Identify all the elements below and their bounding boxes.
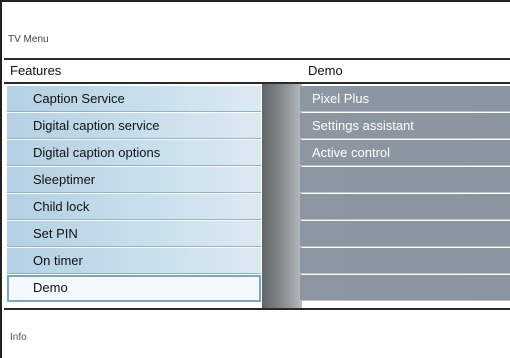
submenu-item-empty	[300, 167, 510, 193]
submenu-item-empty	[300, 248, 510, 274]
menu-item-digital-caption-service[interactable]: Digital caption service	[7, 113, 261, 139]
menu-item-sleeptimer[interactable]: Sleeptimer	[7, 167, 261, 193]
menu-item-child-lock[interactable]: Child lock	[7, 194, 261, 220]
menu-item-digital-caption-options[interactable]: Digital caption options	[7, 140, 261, 166]
submenu-item-empty	[300, 221, 510, 247]
menu-item-set-pin[interactable]: Set PIN	[7, 221, 261, 247]
footer-divider	[4, 308, 510, 310]
submenu-item-active-control[interactable]: Active control	[300, 140, 510, 166]
tv-menu-window: TV Menu Features Demo Caption Service Di…	[0, 0, 510, 358]
demo-column-header: Demo	[308, 63, 343, 78]
menu-item-demo-selected[interactable]: Demo	[7, 275, 261, 302]
menu-item-on-timer[interactable]: On timer	[7, 248, 261, 274]
info-label: Info	[10, 332, 27, 343]
submenu-item-pixel-plus[interactable]: Pixel Plus	[300, 86, 510, 112]
menu-item-caption-service[interactable]: Caption Service	[7, 86, 261, 112]
demo-list: Pixel Plus Settings assistant Active con…	[300, 86, 510, 302]
submenu-item-empty	[300, 275, 510, 301]
submenu-item-settings-assistant[interactable]: Settings assistant	[300, 113, 510, 139]
features-list: Caption Service Digital caption service …	[7, 86, 261, 303]
features-column-header: Features	[10, 63, 62, 78]
menu-title: TV Menu	[8, 34, 49, 45]
header-divider	[4, 58, 510, 60]
submenu-item-empty	[300, 194, 510, 220]
column-header-divider	[4, 82, 510, 84]
column-divider	[262, 84, 302, 308]
